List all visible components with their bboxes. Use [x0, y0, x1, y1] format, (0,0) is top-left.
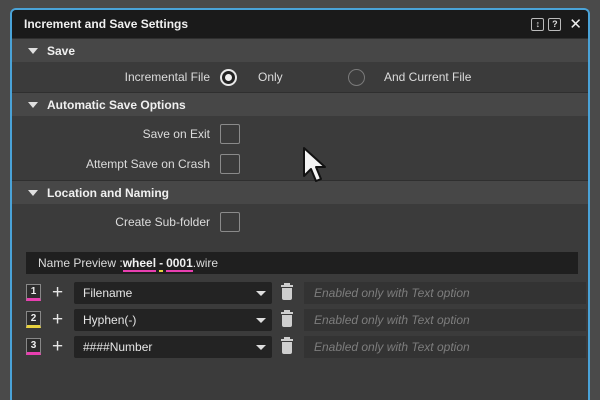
preview-token-extension: .wire [192, 256, 219, 270]
name-part-row: 2 + Hyphen(-) Enabled only with Text opt… [26, 309, 586, 331]
name-preview: Name Preview :wheel -0001.wire [26, 252, 578, 274]
create-subfolder-row: Create Sub-folder [12, 207, 588, 237]
window-title: Increment and Save Settings [24, 17, 189, 31]
trash-icon[interactable] [280, 337, 294, 356]
name-preview-label: Name Preview : [38, 256, 123, 270]
save-on-exit-label: Save on Exit [142, 127, 210, 141]
name-part-dropdown[interactable]: ####Number [74, 336, 272, 358]
preview-token-hyphen: - [159, 256, 164, 272]
name-part-number: 1 [26, 284, 41, 301]
name-part-row: 3 + ####Number Enabled only with Text op… [26, 336, 586, 358]
titlebar-icons: ↕ ? ✕ [531, 17, 582, 32]
section-location-title: Location and Naming [47, 185, 170, 200]
close-icon[interactable]: ✕ [569, 17, 582, 32]
collapse-triangle-icon [28, 47, 38, 54]
trash-icon[interactable] [280, 283, 294, 302]
create-subfolder-checkbox[interactable] [220, 212, 240, 232]
incremental-file-row: Incremental File Only And Current File [12, 62, 588, 92]
save-on-crash-label: Attempt Save on Crash [85, 157, 210, 171]
title-bar[interactable]: Increment and Save Settings ↕ ? ✕ [12, 10, 588, 38]
name-part-dropdown[interactable]: Hyphen(-) [74, 309, 272, 331]
section-save-title: Save [47, 43, 76, 58]
preview-token-number: 0001 [166, 256, 193, 272]
help-icon[interactable]: ? [548, 17, 562, 31]
name-part-row: 1 + Filename Enabled only with Text opti… [26, 282, 586, 304]
incremental-file-label: Incremental File [124, 70, 210, 84]
chevron-down-icon [256, 318, 266, 323]
name-part-number: 3 [26, 338, 41, 355]
name-part-text-field[interactable]: Enabled only with Text option [304, 282, 586, 304]
trash-icon[interactable] [280, 310, 294, 329]
preview-token-filename: wheel [122, 256, 157, 272]
section-save-header[interactable]: Save [12, 38, 588, 62]
radio-and-current-file-label: And Current File [384, 70, 472, 84]
dock-icon[interactable]: ↕ [531, 17, 545, 31]
save-on-crash-checkbox[interactable] [220, 154, 240, 174]
mouse-cursor-icon [303, 147, 326, 182]
name-part-dropdown-value: ####Number [83, 340, 153, 354]
save-on-exit-checkbox[interactable] [220, 124, 240, 144]
radio-only-label: Only [258, 70, 283, 84]
name-part-dropdown[interactable]: Filename [74, 282, 272, 304]
radio-and-current-file[interactable] [348, 69, 365, 86]
section-autosave-title: Automatic Save Options [47, 97, 186, 112]
add-part-plus-icon[interactable]: + [52, 336, 63, 358]
chevron-down-icon [256, 291, 266, 296]
chevron-down-icon [256, 345, 266, 350]
name-part-text-field[interactable]: Enabled only with Text option [304, 336, 586, 358]
settings-window: Increment and Save Settings ↕ ? ✕ Save I… [10, 8, 590, 400]
name-part-dropdown-value: Filename [83, 286, 133, 300]
name-part-dropdown-value: Hyphen(-) [83, 313, 137, 327]
section-location-header[interactable]: Location and Naming [12, 180, 588, 204]
collapse-triangle-icon [28, 101, 38, 108]
save-on-crash-row: Attempt Save on Crash [12, 149, 588, 179]
save-on-exit-row: Save on Exit [12, 119, 588, 149]
create-subfolder-label: Create Sub-folder [115, 215, 210, 229]
section-autosave-header[interactable]: Automatic Save Options [12, 92, 588, 116]
add-part-plus-icon[interactable]: + [52, 309, 63, 331]
add-part-plus-icon[interactable]: + [52, 282, 63, 304]
collapse-triangle-icon [28, 189, 38, 196]
radio-only[interactable] [220, 69, 237, 86]
name-part-number: 2 [26, 311, 41, 328]
name-part-text-field[interactable]: Enabled only with Text option [304, 309, 586, 331]
